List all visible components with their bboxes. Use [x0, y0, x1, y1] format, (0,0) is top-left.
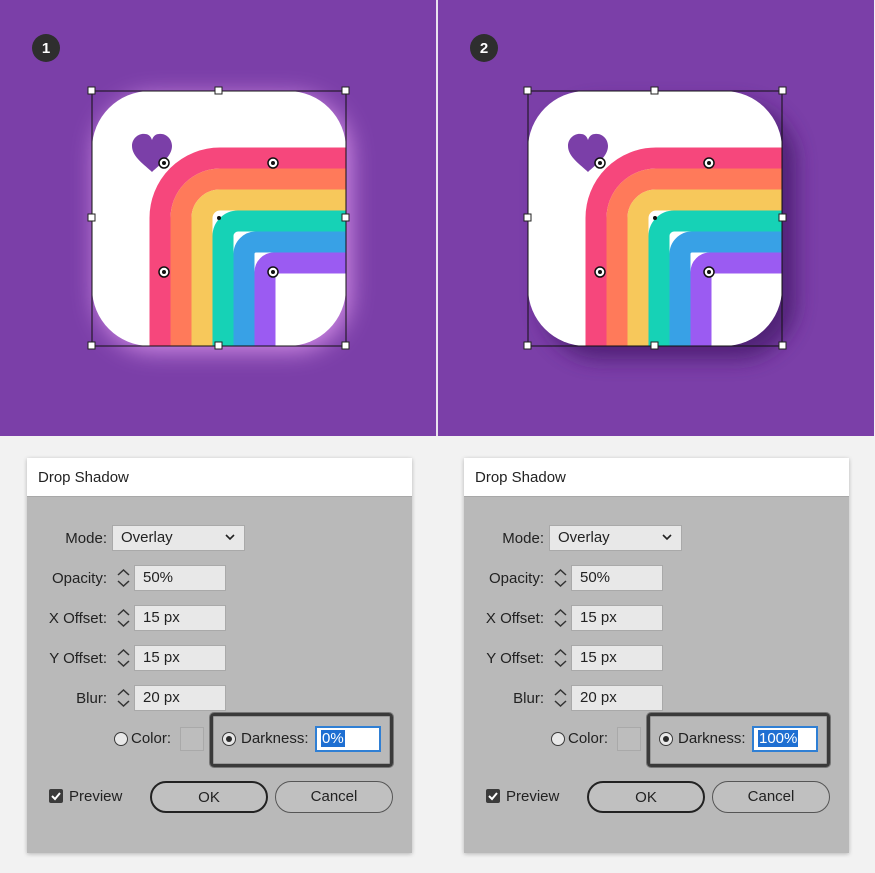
blur-input[interactable]: 20 px [134, 685, 226, 711]
app-icon-dark-shadow[interactable] [438, 0, 874, 436]
mode-value: Overlay [558, 529, 610, 546]
color-radio[interactable] [551, 732, 565, 746]
blur-input[interactable]: 20 px [571, 685, 663, 711]
opacity-label: Opacity: [51, 570, 107, 587]
drop-shadow-dialog: Drop Shadow Mode: Overlay Opacity: 50% X… [27, 458, 412, 853]
darkness-label: Darkness: [678, 730, 746, 747]
opacity-stepper-icon[interactable] [550, 565, 571, 591]
chevron-down-icon [662, 534, 672, 541]
preview-checkbox[interactable] [486, 789, 500, 803]
blur-label: Blur: [513, 690, 544, 707]
opacity-stepper-icon[interactable] [113, 565, 134, 591]
chevron-down-icon [225, 534, 235, 541]
y-offset-label: Y Offset: [486, 650, 544, 667]
preview-label: Preview [506, 788, 560, 805]
mode-select[interactable]: Overlay [112, 525, 245, 551]
mode-label: Mode: [502, 530, 544, 547]
app-icon-glow[interactable] [0, 0, 436, 436]
cancel-button[interactable]: Cancel [712, 781, 830, 813]
preview-checkbox[interactable] [49, 789, 63, 803]
x-offset-input[interactable]: 15 px [571, 605, 663, 631]
x-offset-stepper-icon[interactable] [550, 605, 571, 631]
darkness-label: Darkness: [241, 730, 309, 747]
dialog-title: Drop Shadow [27, 458, 412, 497]
blur-stepper-icon[interactable] [113, 685, 134, 711]
color-radio[interactable] [114, 732, 128, 746]
x-offset-input[interactable]: 15 px [134, 605, 226, 631]
color-swatch[interactable] [180, 727, 204, 751]
color-label: Color: [131, 730, 172, 747]
darkness-value: 100% [758, 730, 799, 747]
cancel-button[interactable]: Cancel [275, 781, 393, 813]
color-swatch[interactable] [617, 727, 641, 751]
mode-select[interactable]: Overlay [549, 525, 682, 551]
y-offset-label: Y Offset: [49, 650, 107, 667]
mode-value: Overlay [121, 529, 173, 546]
artboard-step-2: 2 [438, 0, 874, 436]
x-offset-stepper-icon[interactable] [113, 605, 134, 631]
blur-label: Blur: [76, 690, 107, 707]
color-label: Color: [568, 730, 609, 747]
darkness-input[interactable]: 0% [315, 726, 381, 752]
darkness-radio[interactable] [659, 732, 673, 746]
opacity-label: Opacity: [488, 570, 544, 587]
y-offset-input[interactable]: 15 px [571, 645, 663, 671]
mode-label: Mode: [65, 530, 107, 547]
artboard-step-1: 1 [0, 0, 436, 436]
darkness-value: 0% [321, 730, 345, 747]
dialog-title: Drop Shadow [464, 458, 849, 497]
ok-button[interactable]: OK [150, 781, 268, 813]
blur-stepper-icon[interactable] [550, 685, 571, 711]
ok-button[interactable]: OK [587, 781, 705, 813]
drop-shadow-dialog: Drop Shadow Mode: Overlay Opacity: 50% X… [464, 458, 849, 853]
opacity-input[interactable]: 50% [134, 565, 226, 591]
x-offset-label: X Offset: [48, 610, 107, 627]
x-offset-label: X Offset: [485, 610, 544, 627]
darkness-input[interactable]: 100% [752, 726, 818, 752]
y-offset-stepper-icon[interactable] [113, 645, 134, 671]
preview-label: Preview [69, 788, 123, 805]
y-offset-stepper-icon[interactable] [550, 645, 571, 671]
opacity-input[interactable]: 50% [571, 565, 663, 591]
darkness-radio[interactable] [222, 732, 236, 746]
y-offset-input[interactable]: 15 px [134, 645, 226, 671]
